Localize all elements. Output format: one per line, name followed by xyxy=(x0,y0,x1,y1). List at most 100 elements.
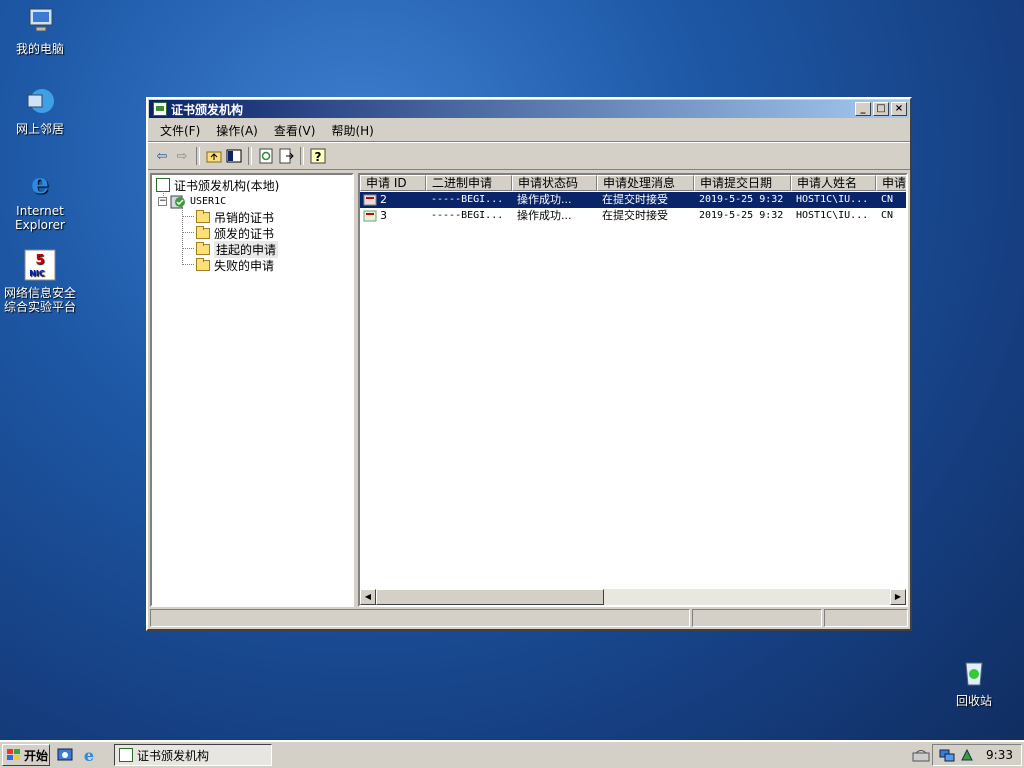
desktop-icon-label-line1: Internet xyxy=(16,204,64,218)
tree-folder-failed[interactable]: 失败的申请 xyxy=(196,257,274,273)
folder-icon xyxy=(196,209,210,223)
desktop-icon-ie[interactable]: e Internet Explorer xyxy=(0,166,80,232)
tree-folder-revoked[interactable]: 吊销的证书 xyxy=(196,209,274,225)
svg-text:e: e xyxy=(84,746,94,764)
tree-folder-issued[interactable]: 颁发的证书 xyxy=(196,225,274,241)
menu-view[interactable]: 查看(V) xyxy=(266,122,324,139)
toolbar-separator xyxy=(196,147,200,165)
export-list-icon[interactable] xyxy=(276,146,296,166)
desktop-icon-my-computer[interactable]: 我的电脑 xyxy=(0,4,80,56)
cell-status-code: 操作成功... xyxy=(517,193,572,206)
menu-bar: 文件(F) 操作(A) 查看(V) 帮助(H) xyxy=(148,119,910,142)
nic-icon: 5 NIC xyxy=(23,248,57,282)
cell-status-code: 操作成功... xyxy=(517,209,572,222)
open-folder-icon xyxy=(196,241,210,255)
certificate-authority-icon xyxy=(119,748,133,762)
tree-ca-node[interactable]: − USER1C xyxy=(158,193,226,209)
column-header-status-code[interactable]: 申请状态码 xyxy=(512,175,597,191)
clock[interactable]: 9:33 xyxy=(986,748,1013,762)
tray-keyboard-icon[interactable] xyxy=(912,748,930,764)
security-tray-icon[interactable] xyxy=(959,747,975,766)
status-bar xyxy=(150,609,908,627)
column-header-requester[interactable]: 申请人姓名 xyxy=(791,175,876,191)
content-area: 证书颁发机构(本地) − USER1C 吊销的证书 颁发的证书 挂起的申请 失败… xyxy=(150,173,908,607)
refresh-icon[interactable] xyxy=(256,146,276,166)
desktop-icon-label: 回收站 xyxy=(955,694,992,708)
desktop-icon-network[interactable]: 网上邻居 xyxy=(0,84,80,136)
minimize-button[interactable]: _ xyxy=(855,102,871,116)
taskbar: 开始 e 证书颁发机构 9:33 xyxy=(0,740,1024,768)
tree-folder-label: 吊销的证书 xyxy=(214,210,275,225)
show-hide-tree-icon[interactable] xyxy=(224,146,244,166)
forward-arrow-icon[interactable]: ⇨ xyxy=(172,146,192,166)
column-header-request-id[interactable]: 申请 ID xyxy=(360,175,426,191)
desktop-icon-nic[interactable]: 5 NIC 网络信息安全 综合实验平台 xyxy=(0,248,80,314)
toolbar-separator xyxy=(300,147,304,165)
window-titlebar[interactable]: 证书颁发机构 _ □ × xyxy=(149,100,909,118)
network-status-icon[interactable] xyxy=(939,747,955,766)
svg-text:?: ? xyxy=(315,150,322,164)
horizontal-scrollbar[interactable]: ◀ ▶ xyxy=(360,589,906,605)
tree-pane[interactable]: 证书颁发机构(本地) − USER1C 吊销的证书 颁发的证书 挂起的申请 失败… xyxy=(150,173,354,607)
status-cell xyxy=(692,609,822,627)
computer-icon xyxy=(23,4,57,38)
tree-root[interactable]: 证书颁发机构(本地) xyxy=(156,177,279,193)
start-button[interactable]: 开始 xyxy=(2,744,50,766)
column-header-message[interactable]: 申请处理消息 xyxy=(597,175,694,191)
ca-window[interactable]: 证书颁发机构 _ □ × 文件(F) 操作(A) 查看(V) 帮助(H) ⇦ ⇨ xyxy=(146,97,912,631)
cell-date: 2019-5-25 9:32 xyxy=(699,210,784,221)
toolbar: ⇦ ⇨ ? xyxy=(148,142,910,170)
close-button[interactable]: × xyxy=(891,102,907,116)
status-cell xyxy=(824,609,908,627)
desktop-icon-label-line1: 网络信息安全 xyxy=(3,286,76,300)
cell-message: 在提交时接受 xyxy=(602,209,668,222)
tree-root-label: 证书颁发机构(本地) xyxy=(174,178,280,193)
tree-folder-label-selected: 挂起的申请 xyxy=(214,240,279,258)
scroll-left-button[interactable]: ◀ xyxy=(360,589,376,605)
cell-extra: CN xyxy=(881,194,894,205)
table-row[interactable]: 3 -----BEGI... 操作成功... 在提交时接受 2019-5-25 … xyxy=(360,208,906,224)
scroll-thumb[interactable] xyxy=(376,589,604,605)
menu-help[interactable]: 帮助(H) xyxy=(323,122,381,139)
cell-binary: -----BEGI... xyxy=(431,194,504,205)
quicklaunch-ie-icon[interactable]: e xyxy=(80,746,98,765)
pending-request-icon xyxy=(363,192,379,208)
maximize-button[interactable]: □ xyxy=(873,102,889,116)
table-row[interactable]: 2 -----BEGI... 操作成功... 在提交时接受 2019-5-25 … xyxy=(360,192,906,208)
cell-date: 2019-5-25 9:32 xyxy=(699,194,784,205)
cell-message: 在提交时接受 xyxy=(602,193,668,206)
taskbar-window-button[interactable]: 证书颁发机构 xyxy=(114,744,272,766)
cell-request-id: 3 xyxy=(380,209,387,222)
help-icon[interactable]: ? xyxy=(308,146,328,166)
nic-badge-text: NIC xyxy=(29,269,45,278)
desktop-icon-label: 我的电脑 xyxy=(15,42,64,56)
scroll-right-button[interactable]: ▶ xyxy=(890,589,906,605)
recycle-bin-icon xyxy=(957,656,991,690)
cell-request-id: 2 xyxy=(380,193,387,206)
desktop-icon-recycle-bin[interactable]: 回收站 xyxy=(934,656,1014,708)
status-cell xyxy=(150,609,690,627)
network-icon xyxy=(23,84,57,118)
list-pane[interactable]: 申请 ID 二进制申请 申请状态码 申请处理消息 申请提交日期 申请人姓名 申请… xyxy=(358,173,908,607)
menu-file[interactable]: 文件(F) xyxy=(152,122,208,139)
cell-requester: HOST1C\IU... xyxy=(796,210,869,221)
menu-action[interactable]: 操作(A) xyxy=(208,122,266,139)
desktop-icon-label-line2: Explorer xyxy=(15,218,65,232)
tree-folder-pending[interactable]: 挂起的申请 xyxy=(196,240,279,258)
collapse-icon[interactable]: − xyxy=(158,196,167,206)
cell-requester: HOST1C\IU... xyxy=(796,194,869,205)
up-folder-icon[interactable] xyxy=(204,146,224,166)
desktop-icon-label: 网上邻居 xyxy=(15,122,64,136)
column-header-binary[interactable]: 二进制申请 xyxy=(426,175,512,191)
quicklaunch-desktop-icon[interactable] xyxy=(56,746,74,764)
window-title: 证书颁发机构 xyxy=(171,102,244,117)
column-header-extra[interactable]: 申请 xyxy=(876,175,906,191)
back-arrow-icon[interactable]: ⇦ xyxy=(152,146,172,166)
system-tray: 9:33 xyxy=(932,744,1022,766)
nic-badge-number: 5 xyxy=(35,253,44,268)
taskbar-window-label: 证书颁发机构 xyxy=(137,748,210,763)
certificate-authority-icon xyxy=(156,178,170,192)
svg-text:e: e xyxy=(31,167,49,199)
column-header-date[interactable]: 申请提交日期 xyxy=(694,175,791,191)
tree-ca-label: USER1C xyxy=(190,195,227,207)
